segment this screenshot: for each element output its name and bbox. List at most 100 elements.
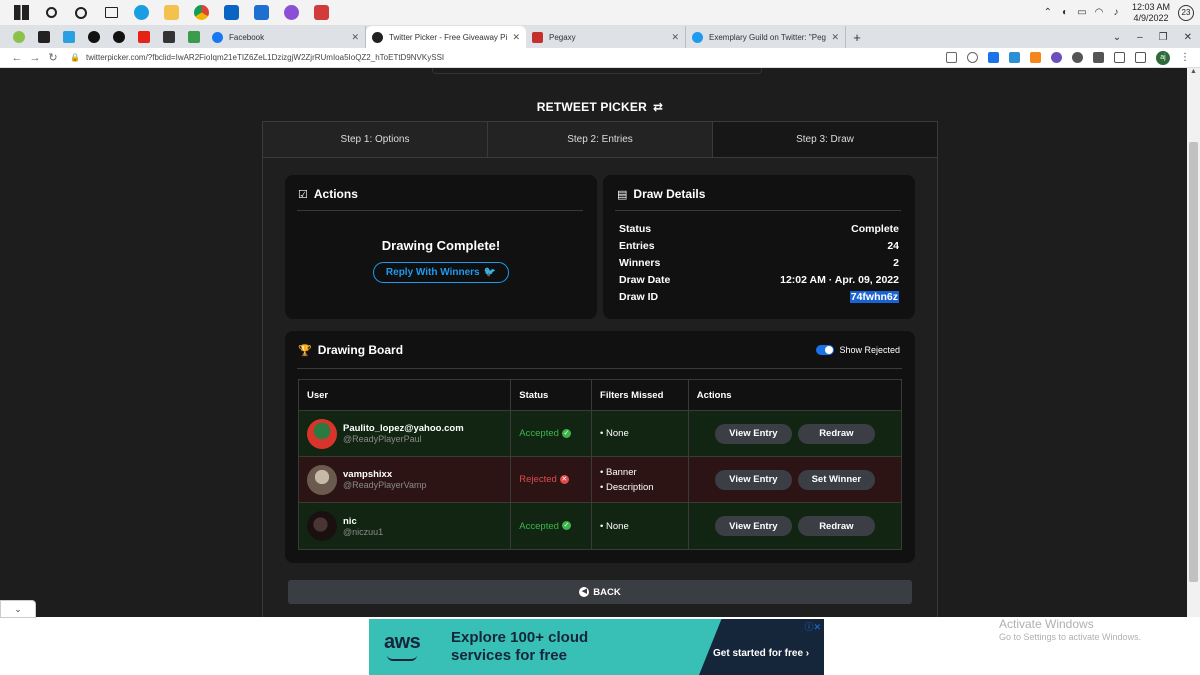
set-winner-button[interactable]: Set Winner — [797, 469, 875, 490]
tab-pegaxy[interactable]: Pegaxy ✕ — [526, 26, 686, 48]
bookmark-star-icon[interactable] — [967, 52, 978, 63]
pinned-tab-5[interactable] — [106, 26, 131, 48]
extensions-puzzle-icon[interactable] — [1093, 52, 1104, 63]
avatar[interactable] — [307, 418, 337, 449]
tab-close-icon[interactable]: ✕ — [351, 32, 359, 43]
user-handle[interactable]: @ReadyPlayerVamp — [343, 480, 427, 490]
back-button[interactable]: ◀ BACK — [288, 580, 912, 604]
divider — [297, 368, 902, 369]
pinned-tab-2[interactable] — [31, 26, 56, 48]
pinned-tab-youtube[interactable] — [131, 26, 156, 48]
tab-close-icon[interactable]: ✕ — [512, 32, 520, 43]
extension-blue-icon[interactable] — [1009, 52, 1020, 63]
user-handle[interactable]: @ReadyPlayerPaul — [343, 434, 464, 444]
user-cell: vampshixx @ReadyPlayerVamp — [299, 457, 512, 502]
back-circle-arrow-icon: ◀ — [579, 587, 590, 597]
retweet-icon: ⇄ — [652, 100, 664, 114]
toggle-switch[interactable] — [816, 345, 835, 355]
draw-details-heading-text: Draw Details — [633, 187, 706, 201]
tab-close-icon[interactable]: ✕ — [671, 32, 679, 43]
tab-search-icon[interactable]: ⌄ — [1113, 32, 1121, 43]
pinned-tab-4[interactable] — [81, 26, 106, 48]
ad-cta-button[interactable]: Get started for free › — [713, 648, 809, 659]
chrome-icon[interactable] — [186, 0, 216, 26]
tab-exemplary-guild[interactable]: Exemplary Guild on Twitter: "Peg ✕ — [686, 26, 846, 48]
pinned-tab-1[interactable] — [6, 26, 31, 48]
app-red-icon[interactable] — [306, 0, 336, 26]
filter-item: Banner — [606, 466, 637, 478]
extension-gear-icon[interactable] — [1072, 52, 1083, 63]
user-handle[interactable]: @niczuu1 — [343, 527, 383, 537]
volume-icon[interactable]: ♪ — [1109, 7, 1123, 19]
windows-start-icon[interactable] — [6, 0, 36, 26]
table-header: User Status Filters Missed Actions — [299, 380, 901, 411]
clock-date: 4/9/2022 — [1133, 12, 1169, 23]
view-entry-button[interactable]: View Entry — [714, 516, 792, 536]
notification-badge[interactable]: 23 — [1178, 4, 1194, 21]
collapse-ad-chevron-icon[interactable]: ⌄ — [0, 600, 36, 618]
split-view-icon[interactable] — [1135, 52, 1146, 63]
search-icon[interactable] — [36, 0, 66, 26]
detail-label: Draw ID — [619, 291, 659, 303]
detail-row-status: Status Complete — [619, 223, 899, 235]
minimize-icon[interactable]: – — [1137, 32, 1143, 43]
view-entry-button[interactable]: View Entry — [714, 469, 792, 490]
reading-list-icon[interactable] — [1114, 52, 1125, 63]
show-rejected-toggle[interactable]: Show Rejected — [816, 345, 900, 355]
sound-icon[interactable]: ◐ — [1058, 7, 1072, 19]
tab-step-draw[interactable]: Step 3: Draw — [713, 122, 937, 157]
mail-icon[interactable] — [246, 0, 276, 26]
url-field[interactable]: twitterpicker.com/?fbclid=IwAR2FioIqm21e… — [86, 53, 936, 62]
view-entry-button[interactable]: View Entry — [714, 423, 792, 444]
forward-arrow-icon[interactable]: → — [26, 52, 44, 64]
close-window-icon[interactable]: ✕ — [1184, 32, 1192, 43]
extension-purple-icon[interactable] — [1051, 52, 1062, 63]
tab-title: Twitter Picker - Free Giveaway Pi — [389, 32, 508, 42]
new-tab-button[interactable]: + — [846, 30, 868, 45]
pinned-tab-6[interactable] — [156, 26, 181, 48]
cortana-icon[interactable] — [66, 0, 96, 26]
share-icon[interactable] — [946, 52, 957, 63]
battery-icon[interactable]: ▭ — [1075, 7, 1089, 19]
metamask-icon[interactable] — [1030, 52, 1041, 63]
menu-dots-icon[interactable]: ⋮ — [1180, 52, 1190, 63]
edge-icon[interactable] — [126, 0, 156, 26]
tab-facebook[interactable]: Facebook ✕ — [206, 26, 366, 48]
store-icon[interactable] — [216, 0, 246, 26]
clock-time: 12:03 AM — [1131, 1, 1170, 12]
draw-id-value[interactable]: 74fwhn6z — [849, 291, 899, 303]
back-arrow-icon[interactable]: ← — [8, 52, 26, 64]
extension-shield-icon[interactable] — [988, 52, 999, 63]
scroll-up-arrow-icon[interactable]: ▲ — [1187, 68, 1200, 80]
tab-step-entries[interactable]: Step 2: Entries — [488, 122, 713, 157]
tab-step-options[interactable]: Step 1: Options — [263, 122, 488, 157]
wifi-icon[interactable]: ◠ — [1092, 7, 1106, 19]
app-purple-icon[interactable] — [276, 0, 306, 26]
file-explorer-icon[interactable] — [156, 0, 186, 26]
scrollbar-thumb[interactable] — [1189, 142, 1198, 582]
watermark-line-2: Go to Settings to activate Windows. — [999, 632, 1142, 642]
pinned-tab-3[interactable] — [56, 26, 81, 48]
adchoices-close-icon[interactable]: ⓘ✕ — [804, 620, 821, 633]
lock-icon[interactable]: 🔒 — [70, 53, 80, 63]
tray-chevron-icon[interactable]: ⌃ — [1044, 7, 1052, 18]
clock[interactable]: 12:03 AM 4/9/2022 — [1132, 2, 1170, 24]
tab-close-icon[interactable]: ✕ — [831, 32, 839, 43]
tab-twitter-picker[interactable]: Twitter Picker - Free Giveaway Pi ✕ — [366, 26, 526, 48]
task-view-icon[interactable] — [96, 0, 126, 26]
tab-title: Facebook — [229, 32, 265, 42]
restore-icon[interactable]: ❐ — [1159, 32, 1168, 43]
column-header-status: Status — [511, 380, 593, 410]
pinned-tab-7[interactable] — [181, 26, 206, 48]
status-text: Accepted — [519, 520, 559, 532]
avatar[interactable] — [307, 464, 337, 495]
aws-ad-banner[interactable]: aws Explore 100+ cloud services for free… — [369, 619, 824, 675]
reload-icon[interactable]: ↻ — [44, 51, 62, 64]
profile-avatar[interactable]: aj — [1156, 50, 1170, 65]
redraw-button[interactable]: Redraw — [797, 516, 875, 536]
page-title: RETWEET PICKER ⇄ — [0, 100, 1200, 114]
redraw-button[interactable]: Redraw — [797, 423, 875, 444]
reply-with-winners-button[interactable]: Reply With Winners 🐦 — [373, 262, 509, 283]
avatar[interactable] — [307, 511, 337, 541]
table-row: nic @niczuu1 Accepted ✓ • None View Entry… — [299, 503, 901, 549]
